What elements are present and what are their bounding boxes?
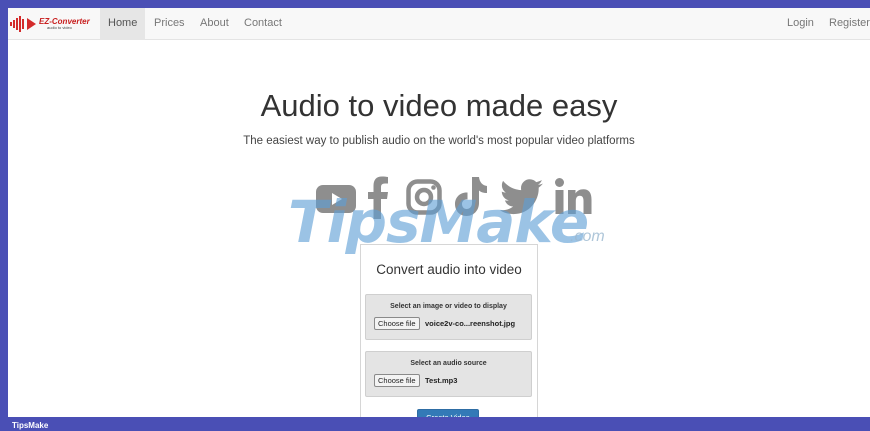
play-icon [27, 18, 36, 30]
converter-card: Convert audio into video Select an image… [360, 244, 538, 417]
brand-tagline: audio to video [47, 25, 72, 30]
brand-logo[interactable]: EZ-Converter audio to video [10, 12, 96, 36]
brand-text: EZ-Converter audio to video [39, 18, 90, 30]
audio-source-label: Select an audio source [410, 360, 487, 367]
footer-watermark-label: TipsMake [12, 421, 49, 430]
create-video-button[interactable]: Create Video [417, 409, 479, 417]
navbar: EZ-Converter audio to video Home Prices … [8, 8, 870, 40]
nav-register[interactable]: Register [829, 8, 870, 40]
page-title: Audio to video made easy [260, 88, 618, 123]
watermark-suffix: .com [570, 228, 605, 245]
choose-audio-file-button[interactable]: Choose file [374, 374, 420, 387]
choose-image-file-button[interactable]: Choose file [374, 317, 420, 330]
image-file-name: voice2v-co...reenshot.jpg [425, 319, 516, 328]
nav-prices[interactable]: Prices [154, 8, 185, 40]
nav-home[interactable]: Home [100, 8, 146, 40]
image-source-panel: Select an image or video to display Choo… [365, 294, 532, 340]
nav-contact[interactable]: Contact [244, 8, 282, 40]
browser-viewport: EZ-Converter audio to video Home Prices … [8, 8, 870, 417]
image-source-label: Select an image or video to display [390, 303, 507, 310]
page-subtitle: The easiest way to publish audio on the … [243, 135, 635, 147]
audio-file-name: Test.mp3 [425, 376, 458, 385]
sound-wave-icon [10, 16, 24, 32]
nav-about[interactable]: About [200, 8, 229, 40]
converter-title: Convert audio into video [376, 262, 522, 277]
audio-source-panel: Select an audio source Choose file Test.… [365, 351, 532, 397]
nav-login[interactable]: Login [787, 8, 814, 40]
